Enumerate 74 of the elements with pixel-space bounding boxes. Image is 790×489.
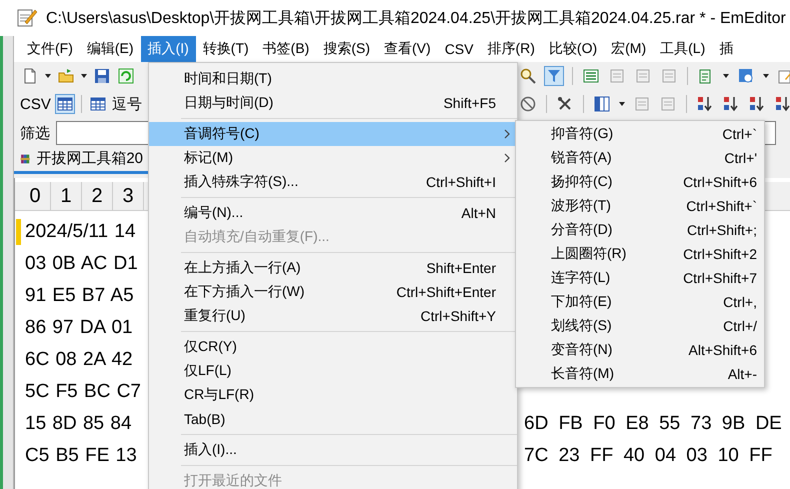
table-cell: C5 B5 FE 13 <box>25 445 137 467</box>
shortcut-label: Shift+F5 <box>443 95 496 111</box>
table-cell: 86 97 DA 01 <box>25 317 133 339</box>
shortcut-label: Shift+Enter <box>426 260 496 276</box>
menu-bar-item[interactable]: 工具(L) <box>653 36 712 62</box>
menu-item[interactable]: 抑音符(G) Ctrl+` <box>516 122 764 146</box>
shortcut-label: Ctrl+Shift+Enter <box>396 284 496 300</box>
table-cell: 15 8D 85 84 <box>25 413 132 435</box>
filter-label: 筛选 <box>20 124 50 142</box>
menu-item[interactable]: 变音符(N) Alt+Shift+6 <box>516 338 764 362</box>
menu-bar-item[interactable]: 宏(M) <box>604 36 654 62</box>
menu-item[interactable]: 插入(I)... <box>149 438 517 462</box>
menu-item[interactable]: 音调符号(C) <box>149 122 517 146</box>
column-header[interactable]: 0 <box>20 182 51 210</box>
menu-item[interactable]: 仅CR(Y) <box>149 335 517 359</box>
menu-item[interactable]: 时间和日期(T) <box>149 67 517 91</box>
shortcut-label: Ctrl+Shift+7 <box>683 270 757 286</box>
menu-item[interactable]: 重复行(U) Ctrl+Shift+Y <box>149 304 517 328</box>
menu-bar-item[interactable]: 编辑(E) <box>80 36 141 62</box>
menu-bar-item[interactable]: 插 <box>712 36 740 62</box>
menu-item[interactable]: 仅LF(L) <box>149 359 517 383</box>
shortcut-label: Ctrl+' <box>724 150 757 166</box>
menu-bar-item[interactable]: 文件(F) <box>20 36 80 62</box>
shortcut-label: Ctrl+Shift+; <box>686 222 757 238</box>
menu-item[interactable]: 扬抑符(C) Ctrl+Shift+6 <box>516 170 764 194</box>
menu-item[interactable]: 划线符(S) Ctrl+/ <box>516 314 764 338</box>
menu-item[interactable]: CR与LF(R) <box>149 383 517 407</box>
shortcut-label: Ctrl+Shift+Y <box>420 308 496 324</box>
csv-label: CSV <box>20 96 51 112</box>
menu-item[interactable]: 长音符(M) Alt+- <box>516 362 764 386</box>
menu-item[interactable]: 下加符(E) Ctrl+, <box>516 290 764 314</box>
table-cell: 91 E5 B7 A5 <box>25 285 134 307</box>
shortcut-label: Ctrl+Shift+2 <box>683 246 757 262</box>
menu-item[interactable]: Tab(B) <box>149 407 517 431</box>
menu-item[interactable]: 在上方插入一行(A) Shift+Enter <box>149 256 517 280</box>
table-cell: 5C F5 BC C7 <box>25 381 141 403</box>
column-header[interactable]: 1 <box>51 182 82 210</box>
menu-item[interactable]: 锐音符(A) Ctrl+' <box>516 146 764 170</box>
menu-bar-item[interactable]: 插入(I) <box>140 36 196 62</box>
menu-bar-item[interactable]: 比较(O) <box>542 36 604 62</box>
table-cell: 6C 08 2A 42 <box>25 349 133 371</box>
menu-bar-item[interactable]: 排序(R) <box>480 36 542 62</box>
shortcut-label: Ctrl+/ <box>723 318 757 334</box>
menu-item[interactable]: 编号(N)... Alt+N <box>149 201 517 225</box>
menu-bar-item[interactable]: 搜索(S) <box>316 36 378 62</box>
menu-item[interactable]: 分音符(D) Ctrl+Shift+; <box>516 218 764 242</box>
shortcut-label: Ctrl+Shift+I <box>426 174 496 190</box>
comma-label: 逗号 <box>112 94 142 114</box>
shortcut-label: Alt+Shift+6 <box>688 342 757 358</box>
table-cell-text: 7C 23 FF 40 04 03 10 FF <box>524 445 774 467</box>
shortcut-label: Ctrl+Shift+` <box>686 198 757 214</box>
menu-item[interactable]: 日期与时间(D) Shift+F5 <box>149 91 517 115</box>
menu-bar-item[interactable]: 转换(T) <box>196 36 256 62</box>
shortcut-label: Alt+N <box>461 205 496 221</box>
table-cell-text: 6D FB F0 E8 55 73 9B DE <box>524 413 783 435</box>
table-cell: 2024/5/11 14 <box>25 221 136 243</box>
menu-item[interactable]: 在下方插入一行(W) Ctrl+Shift+Enter <box>149 280 517 304</box>
menu-item[interactable]: 波形符(T) Ctrl+Shift+` <box>516 194 764 218</box>
window-title: C:\Users\asus\Desktop\开拔网工具箱\开拔网工具箱2024.04.25\开拔网工具箱2024.04.25.rar * - EmEditor <box>46 8 786 28</box>
table-cell: 03 0B AC D1 <box>25 253 138 275</box>
menu-bar-item[interactable]: 书签(B) <box>256 36 316 62</box>
shortcut-label: Ctrl+, <box>723 294 757 310</box>
menu-item[interactable]: 连字符(L) Ctrl+Shift+7 <box>516 266 764 290</box>
menu-item[interactable]: 插入特殊字符(S)... Ctrl+Shift+I <box>149 170 517 194</box>
column-header[interactable]: 3 <box>113 182 144 210</box>
menu-item[interactable]: 标记(M) <box>149 146 517 170</box>
menu-bar-item[interactable]: 查看(V) <box>377 36 438 62</box>
shortcut-label: Ctrl+Shift+6 <box>683 174 757 190</box>
column-header[interactable]: 2 <box>82 182 113 210</box>
menu-bar-item[interactable]: CSV <box>438 36 480 62</box>
menu-item[interactable]: 上圆圈符(R) Ctrl+Shift+2 <box>516 242 764 266</box>
shortcut-label: Ctrl+` <box>722 126 757 142</box>
tab-label: 开拔网工具箱20 <box>36 149 143 168</box>
shortcut-label: Alt+- <box>728 366 757 382</box>
